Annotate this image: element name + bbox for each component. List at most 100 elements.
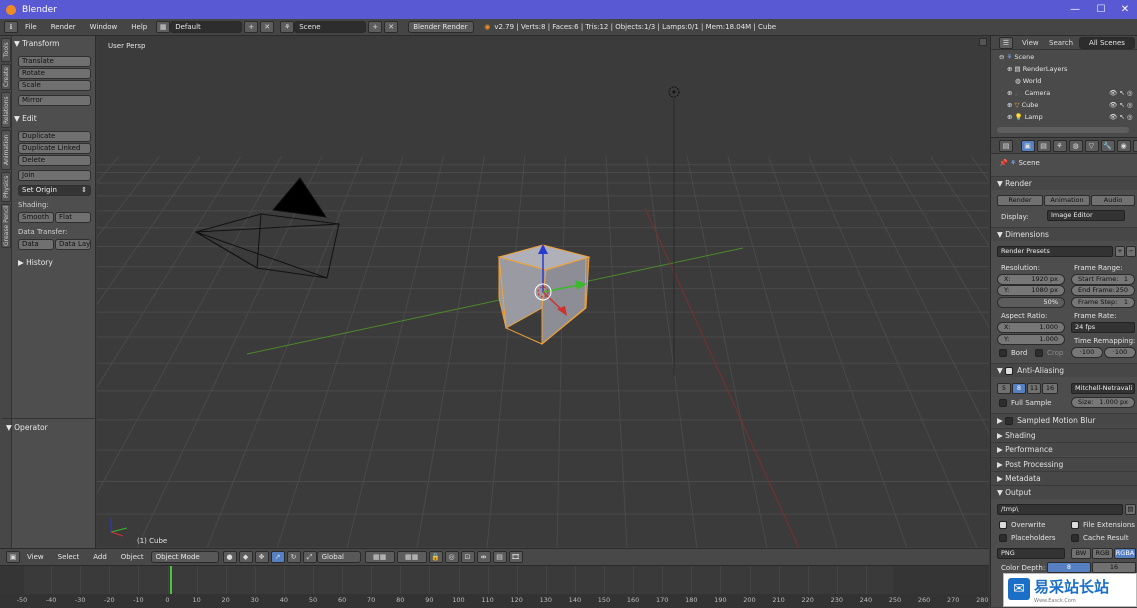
opengl-render-animation-icon[interactable]: 🎞 [508,551,523,563]
motion-blur-panel-header[interactable]: ▶ Sampled Motion Blur [991,413,1137,427]
outliner-item-cube[interactable]: ⊕ ▽ Cube [1007,101,1038,109]
render-presets-dropdown[interactable]: Render Presets [997,246,1113,257]
outliner-display-mode[interactable]: All Scenes [1079,37,1135,49]
add-layout-icon[interactable]: + [244,21,259,33]
tab-grease-pencil[interactable]: Grease Pencil [1,204,11,248]
properties-context-tabs-icon[interactable]: ▣▤⚘◍▽🔧◉✕ [1019,140,1137,152]
tab-physics[interactable]: Physics [1,172,11,202]
color-rgb-button[interactable]: RGB [1092,548,1113,559]
operator-panel-header[interactable]: ▼ Operator [6,423,86,432]
visibility-toggles-icon[interactable]: 👁 ↖ ◎ [1109,101,1133,109]
remove-preset-button[interactable]: − [1126,246,1136,257]
duplicate-button[interactable]: Duplicate [18,131,91,142]
add-scene-icon[interactable]: + [368,21,383,33]
editor-type-3d-view-icon[interactable]: ▣ [6,551,20,563]
audio-button[interactable]: Audio [1091,195,1135,206]
shading-panel-header[interactable]: ▶ Shading [991,428,1137,442]
visibility-toggles-icon[interactable]: 👁 ↖ ◎ [1109,113,1133,121]
layers-bottom-icon[interactable]: ▦▦ [396,551,427,563]
end-frame-field[interactable]: End Frame: 250 [1071,285,1135,296]
outliner-item-world[interactable]: ◍ World [1015,77,1041,85]
data-transfer-button[interactable]: Data [18,239,54,250]
tab-relations[interactable]: Relations [1,92,11,128]
aspect-x-field[interactable]: X: 1.000 [997,322,1065,333]
minimize-button[interactable]: — [1063,0,1087,19]
aspect-y-field[interactable]: Y: 1.000 [997,334,1065,345]
outliner-item-scene[interactable]: ⊖ ⚘ Scene [999,53,1034,61]
layers-top-icon[interactable]: ▦▦ [364,551,395,563]
scale-manipulator-icon[interactable]: ⤢ [302,551,317,563]
anti-aliasing-panel-header[interactable]: ▼ Anti-Aliasing [991,363,1137,377]
aa-samples-8[interactable]: 8 [1012,383,1026,394]
resolution-x-field[interactable]: X: 1920 px [997,274,1065,285]
menu-add[interactable]: Add [93,553,107,561]
join-button[interactable]: Join [18,170,91,181]
outliner-menu-search[interactable]: Search [1049,39,1073,47]
file-format-dropdown[interactable]: PNG [997,548,1065,559]
transform-panel-header[interactable]: ▼ Transform [14,39,94,48]
lamp-object[interactable] [668,86,680,376]
color-depth-16[interactable]: 16 [1092,562,1136,573]
viewport-properties-toggle-icon[interactable] [979,38,987,46]
file-extensions-checkbox[interactable]: File Extensions [1071,521,1137,529]
mirror-button[interactable]: Mirror [18,95,91,106]
remap-new-field[interactable]: ·100 [1104,347,1136,358]
performance-panel-header[interactable]: ▶ Performance [991,442,1137,456]
outliner-item-lamp[interactable]: ⊕ 💡 Lamp [1007,113,1043,121]
start-frame-field[interactable]: Start Frame: 1 [1071,274,1135,285]
aa-samples-5[interactable]: 5 [997,383,1011,394]
timeline[interactable]: -50 -40 -30 -20 -10 0 10 20 30 40 50 60 70 80 90 100 110… [0,565,989,608]
menu-select[interactable]: Select [58,553,80,561]
menu-file[interactable]: File [25,23,37,31]
color-rgba-button[interactable]: RGBA [1114,548,1136,559]
delete-scene-icon[interactable]: ✕ [384,21,399,33]
aa-samples-11[interactable]: 11 [1027,383,1041,394]
manipulator-toggle-icon[interactable]: ✥ [254,551,269,563]
lock-layers-icon[interactable]: 🔒 [428,551,443,563]
outliner-menu-view[interactable]: View [1022,39,1039,47]
tab-create[interactable]: Create [1,64,11,90]
frame-step-field[interactable]: Frame Step: 1 [1071,297,1135,308]
delete-layout-icon[interactable]: ✕ [260,21,275,33]
render-button[interactable]: Render [997,195,1043,206]
snap-element-icon[interactable]: ⇹ [476,551,491,563]
post-processing-panel-header[interactable]: ▶ Post Processing [991,457,1137,471]
cube-object[interactable] [497,244,591,346]
rotate-manipulator-icon[interactable]: ↻ [286,551,301,563]
outliner-scrollbar[interactable] [997,127,1129,133]
browse-folder-icon[interactable]: ▤ [1125,504,1136,515]
aa-samples-16[interactable]: 16 [1042,383,1058,394]
aa-filter-dropdown[interactable]: Mitchell-Netravali [1071,383,1135,394]
pin-icon[interactable]: 📌 [999,159,1008,167]
pivot-point-icon[interactable]: ◆ [238,551,253,563]
tab-animation[interactable]: Animation [1,130,11,170]
close-button[interactable]: ✕ [1113,0,1137,19]
add-preset-button[interactable]: + [1115,246,1125,257]
scene-icon[interactable]: ⚘ [280,21,295,33]
translate-button[interactable]: Translate [18,56,91,67]
visibility-toggles-icon[interactable]: 👁 ↖ ◎ [1109,89,1133,97]
output-path-field[interactable]: /tmp\ [997,504,1123,515]
aa-size-field[interactable]: Size: 1.000 px [1071,397,1135,408]
smooth-button[interactable]: Smooth [18,212,54,223]
menu-render[interactable]: Render [51,23,76,31]
history-panel-header[interactable]: ▶ History [18,258,98,267]
resolution-percentage-field[interactable]: 50% [997,297,1065,308]
menu-window[interactable]: Window [90,23,118,31]
color-depth-8[interactable]: 8 [1047,562,1091,573]
metadata-panel-header[interactable]: ▶ Metadata [991,471,1137,485]
duplicate-linked-button[interactable]: Duplicate Linked [18,143,91,154]
remap-old-field[interactable]: ·100 [1071,347,1103,358]
edit-panel-header[interactable]: ▼ Edit [14,114,94,123]
menu-help[interactable]: Help [131,23,147,31]
snap-toggle-icon[interactable]: ⊡ [460,551,475,563]
output-panel-header[interactable]: ▼ Output [991,485,1137,499]
scene-field[interactable]: Scene [294,21,367,33]
animation-button[interactable]: Animation [1044,195,1090,206]
transform-orientation-dropdown[interactable]: Global [316,551,361,563]
rotate-button[interactable]: Rotate [18,68,91,79]
editor-type-properties-icon[interactable]: ▤ [999,140,1013,152]
dimensions-panel-header[interactable]: ▼ Dimensions [991,227,1137,241]
maximize-button[interactable]: ☐ [1089,0,1113,19]
screen-layout-icon[interactable]: ▦ [156,21,171,33]
